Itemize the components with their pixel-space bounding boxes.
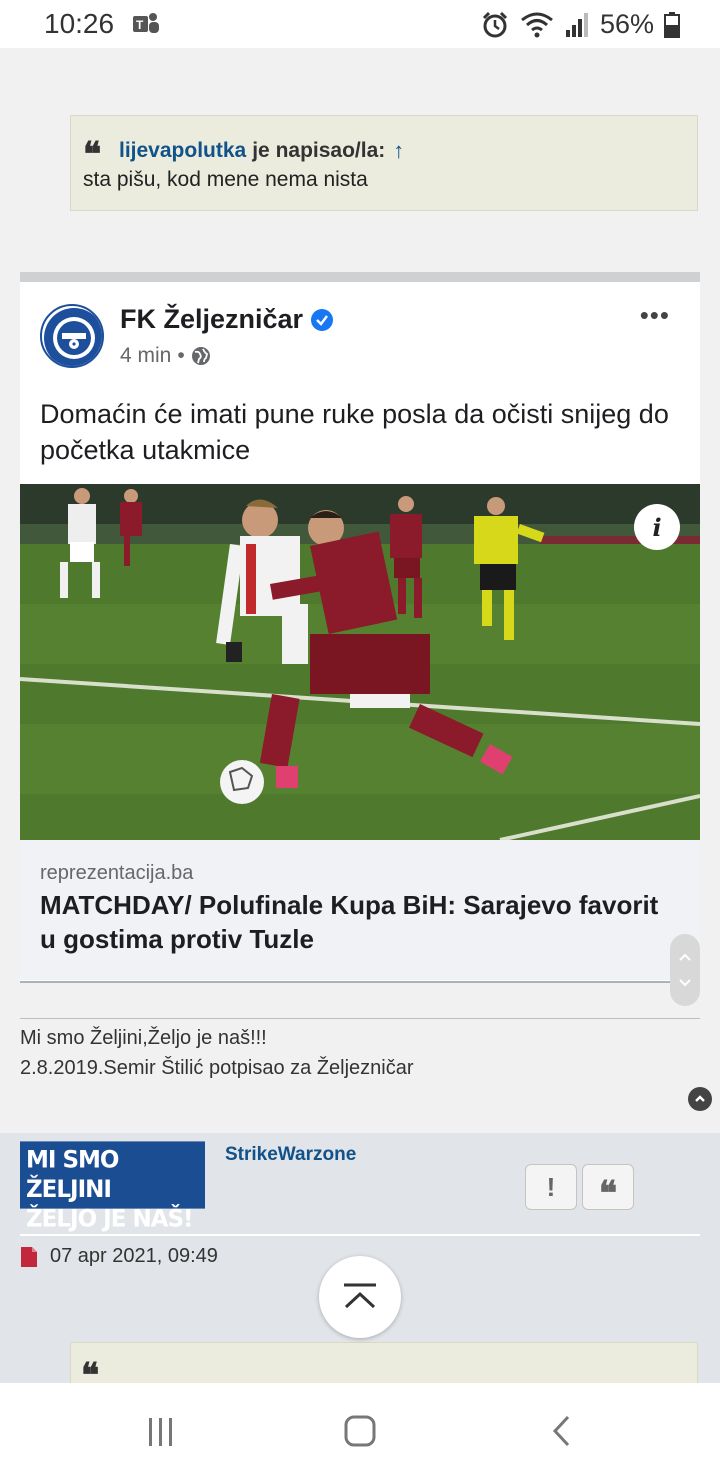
status-bar: 10:26 T 56%: [0, 0, 720, 48]
back-button[interactable]: [542, 1411, 582, 1451]
scroll-arrows-icon: [679, 953, 691, 987]
avatar-text-line-2: ŽELJO JE NAŠ!: [26, 1205, 194, 1233]
post-date-row: 07 apr 2021, 09:49: [20, 1245, 218, 1268]
link-domain: reprezentacija.ba: [40, 862, 194, 884]
quote-text: sta pišu, kod mene nema nista: [83, 168, 368, 191]
signature-line-2: 2.8.2019.Semir Štilić potpisao za Željez…: [20, 1057, 414, 1079]
quote-author-link[interactable]: lijevapolutka: [119, 139, 246, 163]
user-avatar[interactable]: MI SMO ŽELJINI ŽELJO JE NAŠ!: [20, 1141, 205, 1233]
meta-separator: •: [177, 344, 185, 367]
teams-icon: T: [133, 13, 159, 33]
quote-button[interactable]: ❝: [582, 1164, 634, 1214]
post-author[interactable]: StrikeWarzone: [225, 1144, 356, 1166]
back-icon: [552, 1415, 570, 1447]
avatar-text-line-1: MI SMO ŽELJINI: [26, 1146, 119, 1204]
embed-top-border: [20, 272, 700, 282]
globe-icon: [191, 347, 210, 365]
post-divider: [20, 1234, 700, 1236]
info-button[interactable]: i: [634, 504, 680, 550]
post-text: Domaćin će imati pune ruke posla da očis…: [40, 399, 669, 465]
back-to-top-small-icon[interactable]: [688, 1087, 712, 1111]
embed-scrollbar[interactable]: [670, 934, 700, 1006]
home-icon: [344, 1415, 376, 1447]
svg-text:T: T: [136, 18, 144, 32]
football-match-photo: [20, 484, 700, 840]
quote-says-label: je napisao/la:: [252, 139, 386, 162]
jump-to-post-icon[interactable]: ↑: [393, 138, 404, 164]
recent-apps-icon: [149, 1418, 172, 1446]
club-logo[interactable]: [40, 304, 104, 368]
scroll-top-icon: [344, 1283, 376, 1309]
signature-divider: [20, 1018, 700, 1019]
facebook-embed[interactable]: FK Željezničar 4 min • ••• Domaćin će im…: [20, 282, 700, 982]
verified-badge-icon: [311, 308, 334, 331]
status-icons: 56%: [480, 9, 680, 40]
system-nav-bar: [0, 1383, 720, 1480]
home-button[interactable]: [340, 1411, 380, 1451]
recent-apps-button[interactable]: [140, 1411, 180, 1451]
post-file-icon[interactable]: [20, 1246, 38, 1268]
battery-icon: [664, 11, 680, 38]
post-time[interactable]: 4 min: [120, 344, 171, 368]
post-meta: 4 min •: [120, 344, 211, 368]
battery-percent: 56%: [599, 9, 654, 39]
more-options-icon[interactable]: •••: [640, 300, 670, 331]
page-name-text[interactable]: FK Željezničar: [120, 304, 303, 335]
signal-icon: [565, 12, 588, 37]
alarm-icon: [482, 11, 508, 37]
link-preview[interactable]: reprezentacija.ba MATCHDAY/ Polufinale K…: [20, 840, 700, 980]
post-image[interactable]: i: [20, 484, 700, 840]
scroll-to-top-button[interactable]: [319, 1256, 401, 1338]
signature-line-1: Mi smo Željini,Željo je naš!!!: [20, 1027, 267, 1049]
wifi-icon: [521, 12, 553, 37]
quote-block: ❝ lijevapolutka je napisao/la: ↑ sta piš…: [70, 115, 698, 211]
club-crest-icon: [44, 308, 102, 366]
page-name[interactable]: FK Željezničar: [120, 304, 334, 335]
quote-header: ❝ lijevapolutka je napisao/la: ↑: [83, 130, 404, 172]
report-button[interactable]: !: [525, 1164, 577, 1210]
post-date: 07 apr 2021, 09:49: [50, 1245, 218, 1267]
embed-bottom-border: [20, 981, 700, 983]
status-time: 10:26: [44, 8, 115, 39]
link-headline[interactable]: MATCHDAY/ Polufinale Kupa BiH: Sarajevo …: [40, 888, 660, 956]
quote-icon: ❝: [83, 135, 102, 175]
